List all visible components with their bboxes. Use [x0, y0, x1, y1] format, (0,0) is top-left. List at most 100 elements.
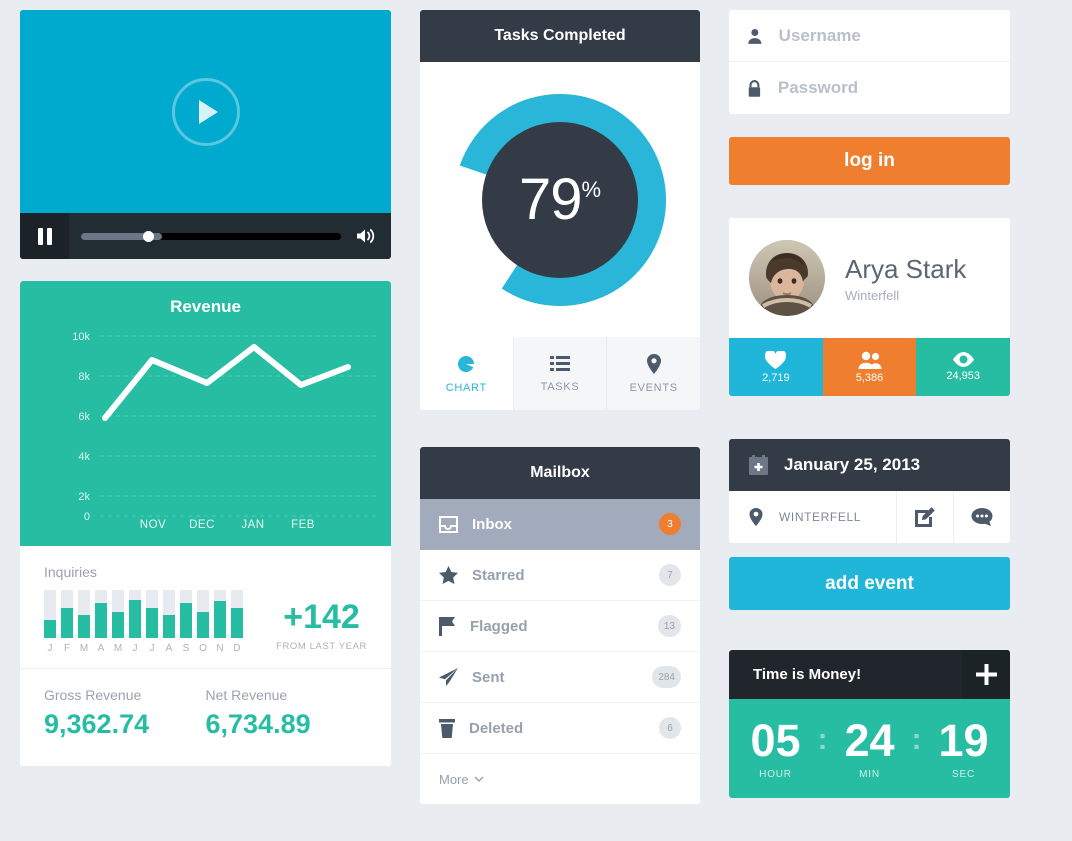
tab-events[interactable]: EVENTS [606, 337, 700, 410]
donut-percent-symbol: % [581, 176, 602, 202]
inquiries-bar-label: A [97, 643, 105, 654]
timer-unit-hour: 05 HOUR [740, 718, 812, 780]
profile-stat-likes[interactable]: 2,719 [729, 338, 823, 396]
profile-identity: Arya Stark Winterfell [845, 254, 966, 303]
pause-button[interactable] [20, 213, 69, 259]
eye-icon [952, 352, 974, 367]
password-field-row[interactable] [729, 62, 1010, 114]
mailbox-item-flagged[interactable]: Flagged 13 [420, 601, 700, 652]
timer-sec-label: SEC [952, 768, 975, 780]
tab-chart-label: CHART [445, 381, 487, 394]
middle-column: Tasks Completed 79 % CHART TASKS EVENTS … [420, 10, 700, 831]
timer-min-label: MIN [859, 768, 880, 780]
mailbox-item-starred[interactable]: Starred 7 [420, 550, 700, 601]
donut-percent-value: 79 [518, 167, 583, 232]
inquiries-bar: A [163, 590, 175, 654]
tasks-completed-card: Tasks Completed 79 % CHART TASKS EVENTS [420, 10, 700, 410]
mailbox-card: Mailbox Inbox 3 Starred 7 Flagged 13 Sen… [420, 447, 700, 804]
inquiries-bar: M [78, 590, 90, 654]
login-button[interactable]: log in [729, 137, 1010, 185]
pie-chart-icon [458, 355, 475, 372]
mailbox-item-badge: 3 [659, 513, 681, 535]
mailbox-item-inbox[interactable]: Inbox 3 [420, 499, 700, 550]
dashboard-page: Revenue 10k 8k 6k 4k 2k 0 NOV DEC JAN FE… [0, 0, 1072, 841]
progress-track[interactable] [81, 230, 341, 242]
password-input[interactable] [777, 78, 992, 98]
inquiries-bar: J [129, 590, 141, 654]
list-icon [550, 355, 570, 371]
revenue-chart-panel: Revenue 10k 8k 6k 4k 2k 0 NOV DEC JAN FE… [20, 281, 391, 546]
username-field-row[interactable] [729, 10, 1010, 62]
event-location[interactable]: WINTERFELL [729, 491, 896, 543]
inquiries-bar: F [61, 590, 73, 654]
event-edit-button[interactable] [896, 491, 953, 543]
profile-subtitle: Winterfell [845, 287, 900, 303]
inquiries-bar: S [180, 590, 192, 654]
inquiries-bar-label: M [113, 643, 123, 654]
revenue-line [102, 344, 351, 421]
timer-card: Time is Money! 05 HOUR : 24 MIN : 19 SEC [729, 650, 1010, 798]
profile-stat-views[interactable]: 24,953 [916, 338, 1010, 396]
inquiries-bar-label: J [149, 643, 155, 654]
flag-icon [439, 616, 455, 636]
profile-stat-value: 2,719 [762, 371, 790, 384]
inquiries-bar-label: M [79, 643, 89, 654]
timer-hour-value: 05 [750, 714, 801, 766]
video-progress[interactable] [69, 230, 355, 242]
tab-tasks[interactable]: TASKS [512, 337, 607, 410]
left-column: Revenue 10k 8k 6k 4k 2k 0 NOV DEC JAN FE… [20, 10, 391, 831]
inbox-icon [439, 515, 458, 533]
inquiries-bar: A [95, 590, 107, 654]
gross-revenue-label: Gross Revenue [44, 687, 142, 703]
profile-stats: 2,719 5,386 24,953 [729, 338, 1010, 396]
svg-text:DEC: DEC [189, 519, 215, 531]
inquiries-bar-label: O [199, 643, 207, 654]
tasks-tabs: CHART TASKS EVENTS [420, 337, 700, 410]
revenue-card: Revenue 10k 8k 6k 4k 2k 0 NOV DEC JAN FE… [20, 281, 391, 766]
mailbox-item-badge: 7 [659, 564, 681, 586]
comment-icon [971, 508, 993, 526]
avatar [749, 240, 825, 316]
map-pin-icon [749, 508, 763, 526]
revenue-title: Revenue [170, 297, 241, 316]
inquiries-bar: J [44, 590, 56, 654]
inquiries-bar: O [197, 590, 209, 654]
svg-text:6k: 6k [78, 411, 90, 423]
mailbox-item-badge: 13 [657, 615, 681, 637]
timer-min-value: 24 [844, 714, 895, 766]
add-event-button[interactable]: add event [729, 557, 1010, 610]
tasks-donut-chart: 79 % [454, 93, 666, 306]
inquiries-bar: D [231, 590, 243, 654]
profile-stat-followers[interactable]: 5,386 [822, 338, 917, 396]
video-player[interactable] [20, 10, 391, 259]
play-button[interactable] [171, 77, 240, 146]
heart-icon [765, 350, 787, 369]
mailbox-item-deleted[interactable]: Deleted 6 [420, 703, 700, 754]
calendar-plus-icon [749, 455, 768, 475]
mailbox-item-label: Starred [472, 566, 525, 584]
video-screen[interactable] [20, 10, 391, 213]
inquiries-delta: +142 [283, 598, 360, 636]
mailbox-item-label: Inbox [472, 515, 512, 533]
map-pin-icon [646, 353, 661, 374]
revenue-line-chart: 10k 8k 6k 4k 2k 0 NOV DEC JAN FEB [20, 323, 391, 538]
right-column: log in [729, 10, 1010, 831]
event-comment-button[interactable] [953, 491, 1010, 543]
mailbox-item-badge: 6 [659, 717, 681, 739]
avatar-photo [749, 240, 825, 316]
inquiries-bar-label: D [233, 643, 241, 654]
edit-icon [915, 507, 935, 527]
send-icon [439, 668, 458, 686]
tab-tasks-label: TASKS [540, 380, 580, 393]
mailbox-more-button[interactable]: More [420, 754, 700, 804]
tab-chart[interactable]: CHART [420, 337, 513, 410]
net-revenue: Net Revenue 6,734.89 [206, 687, 368, 740]
username-input[interactable] [778, 25, 992, 46]
mailbox-item-sent[interactable]: Sent 284 [420, 652, 700, 703]
progress-handle[interactable] [143, 230, 155, 242]
tab-events-label: EVENTS [629, 381, 678, 394]
timer-add-button[interactable] [962, 650, 1010, 699]
volume-button[interactable] [355, 227, 391, 245]
mailbox-item-badge: 284 [652, 666, 681, 688]
timer-sec-value: 19 [938, 714, 989, 766]
